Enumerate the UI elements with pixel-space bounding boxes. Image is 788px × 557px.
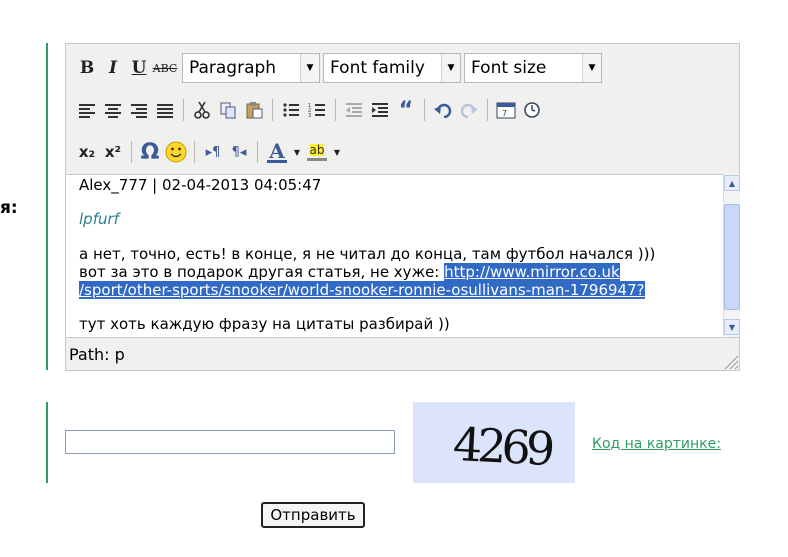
font-size-select[interactable]: Font size ▼ — [464, 53, 602, 83]
content-scrollbar[interactable]: ▲ ▼ — [723, 174, 740, 336]
comment-date: 02-04-2013 04:05:47 — [162, 176, 322, 194]
form-row-divider — [46, 43, 48, 370]
svg-text:7: 7 — [502, 109, 507, 118]
insert-time-button[interactable] — [519, 97, 545, 123]
scissors-icon — [194, 101, 210, 119]
align-right-button[interactable] — [126, 97, 152, 123]
resize-grip-icon[interactable] — [723, 354, 739, 370]
backcolor-swatch — [307, 157, 327, 161]
captcha-graphic: 4269 — [452, 417, 554, 476]
smiley-icon — [165, 141, 187, 163]
svg-text:3: 3 — [308, 113, 311, 118]
insert-date-button[interactable]: 7 — [493, 97, 519, 123]
backcolor-button[interactable]: ab — [303, 139, 331, 165]
clock-icon — [524, 102, 540, 118]
paste-icon — [246, 102, 263, 119]
rtl-button[interactable]: ¶◂ — [226, 139, 252, 165]
submit-button[interactable]: Отправить — [261, 502, 365, 528]
redo-icon — [460, 103, 478, 118]
editor-content-area[interactable]: Alex_777 | 02-04-2013 04:05:47 lpfurf а … — [66, 174, 726, 337]
align-left-icon — [79, 104, 95, 118]
toolbar-separator — [183, 99, 184, 121]
rich-text-editor: B I U ABC Paragraph ▼ Font family ▼ Font… — [65, 43, 740, 371]
backcolor-letters: ab — [309, 142, 325, 157]
copy-button[interactable] — [215, 97, 241, 123]
align-justify-icon — [157, 104, 173, 118]
chevron-down-icon: ▼ — [441, 54, 460, 82]
captcha-link[interactable]: Код на картинке: — [592, 436, 721, 452]
bullet-list-button[interactable] — [278, 97, 304, 123]
redo-button[interactable] — [456, 97, 482, 123]
forecolor-letter: A — [269, 138, 285, 163]
copy-icon — [220, 102, 236, 119]
forecolor-swatch — [267, 159, 287, 163]
font-family-select-value: Font family — [330, 58, 425, 78]
calendar-icon: 7 — [496, 102, 516, 119]
font-size-select-value: Font size — [471, 58, 547, 78]
special-char-button[interactable]: Ω — [137, 139, 163, 165]
outdent-icon — [346, 103, 362, 117]
align-center-button[interactable] — [100, 97, 126, 123]
paragraph-select[interactable]: Paragraph ▼ — [182, 53, 320, 83]
scroll-thumb[interactable] — [724, 204, 740, 310]
subscript-button[interactable]: x₂ — [74, 139, 100, 165]
toolbar-separator — [424, 99, 425, 121]
strikethrough-button[interactable]: ABC — [152, 55, 178, 81]
numbered-list-button[interactable]: 123 — [304, 97, 330, 123]
indent-button[interactable] — [367, 97, 393, 123]
align-center-icon — [105, 104, 121, 118]
chevron-down-icon: ▼ — [300, 54, 319, 82]
scroll-up-button[interactable]: ▲ — [724, 175, 740, 191]
toolbar-separator — [131, 141, 132, 163]
toolbar-separator — [194, 141, 195, 163]
paragraph-select-value: Paragraph — [189, 58, 277, 78]
align-right-icon — [131, 104, 147, 118]
toolbar-row-3: x₂ x² Ω ▸¶ ¶◂ A ▼ ab ▼ — [74, 138, 343, 166]
font-family-select[interactable]: Font family ▼ — [323, 53, 461, 83]
toolbar-row-2: 123 “ 7 — [74, 96, 545, 124]
toolbar-separator — [335, 99, 336, 121]
toolbar-separator — [257, 141, 258, 163]
captcha-image: 4269 — [413, 402, 575, 483]
undo-icon — [434, 103, 452, 118]
comment-author: Alex_777 — [79, 176, 148, 194]
field-label: я: — [0, 198, 18, 218]
bold-button[interactable]: B — [74, 55, 100, 81]
outdent-button[interactable] — [341, 97, 367, 123]
form-row-divider — [46, 402, 48, 483]
captcha-code: 4269 — [452, 417, 554, 476]
toolbar-row-1: B I U ABC Paragraph ▼ Font family ▼ Font… — [74, 53, 605, 83]
undo-button[interactable] — [430, 97, 456, 123]
comment-line-2: вот за это в подарок другая статья, не х… — [79, 263, 445, 281]
forecolor-dropdown[interactable]: ▼ — [291, 139, 303, 165]
indent-icon — [372, 103, 388, 117]
italic-button[interactable]: I — [100, 55, 126, 81]
bullet-list-icon — [283, 103, 299, 117]
chevron-down-icon: ▼ — [582, 54, 601, 82]
scroll-down-button[interactable]: ▼ — [724, 319, 740, 335]
comment-separator: | — [147, 176, 162, 194]
align-left-button[interactable] — [74, 97, 100, 123]
ltr-button[interactable]: ▸¶ — [200, 139, 226, 165]
quoted-user: lpfurf — [79, 210, 119, 228]
forecolor-button[interactable]: A — [263, 139, 291, 165]
emoticon-button[interactable] — [163, 139, 189, 165]
toolbar-separator — [487, 99, 488, 121]
article-link-part-1[interactable]: http://www.mirror.co.uk — [444, 263, 620, 281]
numbered-list-icon: 123 — [308, 103, 325, 118]
path-label: Path: p — [69, 344, 125, 364]
cut-button[interactable] — [189, 97, 215, 123]
article-link-part-2[interactable]: /sport/other-sports/snooker/world-snooke… — [79, 281, 645, 299]
captcha-input[interactable] — [65, 430, 395, 454]
comment-line-3: тут хоть каждую фразу на цитаты разбирай… — [79, 315, 450, 333]
paste-button[interactable] — [241, 97, 267, 123]
backcolor-dropdown[interactable]: ▼ — [331, 139, 343, 165]
superscript-button[interactable]: x² — [100, 139, 126, 165]
underline-button[interactable]: U — [126, 55, 152, 81]
comment-line-1: а нет, точно, есть! в конце, я не читал … — [79, 245, 656, 263]
toolbar-separator — [272, 99, 273, 121]
align-justify-button[interactable] — [152, 97, 178, 123]
editor-status-path: Path: p — [66, 337, 739, 370]
blockquote-button[interactable]: “ — [393, 97, 419, 123]
